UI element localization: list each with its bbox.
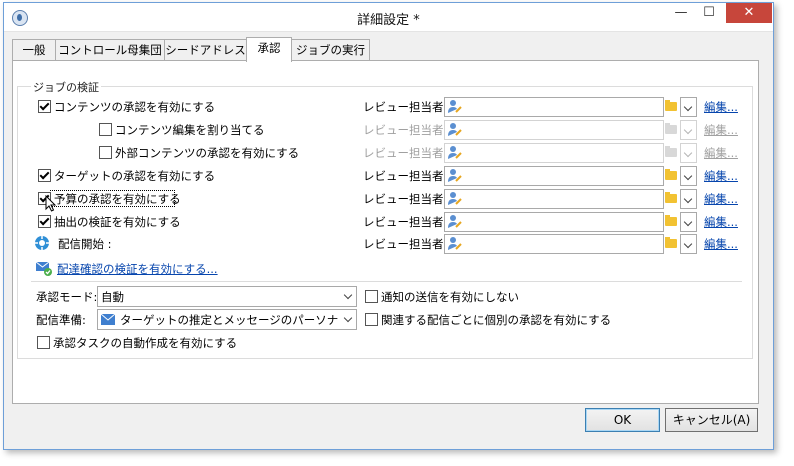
minimize-button[interactable]: — bbox=[667, 3, 695, 23]
mouse-cursor-icon bbox=[45, 195, 57, 212]
content-edit-label: コンテンツ編集を割り当てる bbox=[115, 123, 265, 137]
tab-general[interactable]: 一般 bbox=[12, 39, 56, 61]
folder-icon[interactable] bbox=[663, 97, 679, 115]
envelope-icon bbox=[101, 314, 115, 325]
validation-row-delivery-start: 配信開始 : レビュー担当者: 編集... bbox=[0, 234, 794, 254]
reviewer-field[interactable] bbox=[444, 166, 664, 186]
reviewer-label: レビュー担当者: bbox=[363, 146, 448, 160]
user-icon bbox=[448, 123, 462, 136]
group-title: ジョブの検証 bbox=[31, 79, 101, 95]
ok-button[interactable]: OK bbox=[585, 408, 660, 432]
content-approval-label: コンテンツの承認を有効にする bbox=[54, 100, 216, 114]
reviewer-label: レビュー担当者: bbox=[363, 237, 448, 251]
budget-approval-label: 予算の承認を有効にする bbox=[54, 192, 181, 206]
reviewer-field[interactable] bbox=[444, 234, 664, 254]
validation-row-budget: 予算の承認を有効にする レビュー担当者: 編集... bbox=[0, 189, 794, 209]
tab-seed-addresses[interactable]: シードアドレス bbox=[164, 39, 247, 61]
disable-notification-checkbox[interactable] bbox=[365, 290, 378, 303]
edit-link[interactable]: 編集... bbox=[704, 99, 738, 115]
proof-validation-link[interactable]: 配達確認の検証を有効にする... bbox=[57, 261, 218, 277]
auto-task-label: 承認タスクの自動作成を有効にする bbox=[53, 336, 238, 350]
folder-icon bbox=[663, 120, 679, 138]
user-icon bbox=[448, 169, 462, 182]
maximize-button[interactable]: ☐ bbox=[695, 3, 723, 23]
folder-icon[interactable] bbox=[663, 166, 679, 184]
chevron-down-icon[interactable] bbox=[680, 189, 697, 209]
tab-control-population[interactable]: コントロール母集団 bbox=[55, 39, 165, 61]
chevron-down-icon[interactable] bbox=[680, 234, 697, 254]
content-edit-checkbox[interactable] bbox=[99, 123, 112, 136]
reviewer-label: レビュー担当者: bbox=[363, 123, 448, 137]
validation-row-content-edit: コンテンツ編集を割り当てる レビュー担当者: 編集... bbox=[0, 120, 794, 140]
delivery-start-label: 配信開始 : bbox=[58, 237, 112, 251]
validation-row-extraction: 抽出の検証を有効にする レビュー担当者: 編集... bbox=[0, 212, 794, 232]
reviewer-label: レビュー担当者: bbox=[363, 100, 448, 114]
edit-link[interactable]: 編集... bbox=[704, 214, 738, 230]
chevron-down-icon bbox=[342, 287, 356, 306]
disable-notification-label: 通知の送信を有効にしない bbox=[381, 290, 519, 304]
chevron-down-icon[interactable] bbox=[680, 166, 697, 186]
delivery-prep-select[interactable]: ターゲットの推定とメッセージのパーソナライゼーション bbox=[97, 309, 357, 330]
user-icon bbox=[448, 215, 462, 228]
reviewer-label: レビュー担当者: bbox=[363, 169, 448, 183]
extraction-checkbox[interactable] bbox=[38, 215, 51, 228]
user-icon bbox=[448, 237, 462, 250]
proof-validation-row: 配達確認の検証を有効にする... bbox=[0, 259, 794, 279]
external-content-checkbox[interactable] bbox=[99, 146, 112, 159]
chevron-down-icon bbox=[680, 143, 697, 163]
mail-check-icon bbox=[35, 261, 52, 276]
external-content-label: 外部コンテンツの承認を有効にする bbox=[115, 146, 300, 160]
window-title: 詳細設定 * bbox=[357, 13, 420, 28]
edit-link[interactable]: 編集... bbox=[704, 168, 738, 184]
reviewer-field[interactable] bbox=[444, 212, 664, 232]
reviewer-field bbox=[444, 143, 664, 163]
edit-link[interactable]: 編集... bbox=[704, 236, 738, 252]
approval-mode-select[interactable]: 自動 bbox=[97, 286, 357, 307]
reviewer-field bbox=[444, 120, 664, 140]
auto-task-checkbox[interactable] bbox=[37, 336, 50, 349]
reviewer-label: レビュー担当者: bbox=[363, 215, 448, 229]
close-button[interactable]: ✕ bbox=[726, 3, 772, 23]
cancel-button[interactable]: キャンセル(A) bbox=[665, 408, 758, 432]
validation-row-target: ターゲットの承認を有効にする レビュー担当者: 編集... bbox=[0, 166, 794, 186]
validation-row-content: コンテンツの承認を有効にする レビュー担当者: 編集... bbox=[0, 97, 794, 117]
reviewer-field[interactable] bbox=[444, 97, 664, 117]
target-approval-label: ターゲットの承認を有効にする bbox=[54, 169, 216, 183]
user-icon bbox=[448, 100, 462, 113]
separator bbox=[31, 281, 742, 282]
folder-icon bbox=[663, 143, 679, 161]
delivery-prep-value: ターゲットの推定とメッセージのパーソナライゼーション bbox=[120, 313, 338, 327]
chevron-down-icon bbox=[342, 310, 356, 329]
edit-link: 編集... bbox=[704, 123, 738, 137]
delivery-prep-label: 配信準備: bbox=[36, 313, 86, 327]
chevron-down-icon bbox=[680, 120, 697, 140]
approval-mode-value: 自動 bbox=[101, 290, 124, 304]
target-approval-checkbox[interactable] bbox=[38, 169, 51, 182]
approval-mode-label: 承認モード: bbox=[36, 290, 98, 304]
edit-link: 編集... bbox=[704, 146, 738, 160]
extraction-label: 抽出の検証を有効にする bbox=[54, 215, 181, 229]
individual-approval-checkbox[interactable] bbox=[365, 313, 378, 326]
individual-approval-label: 関連する配信ごとに個別の承認を有効にする bbox=[381, 313, 612, 327]
tab-job-execution[interactable]: ジョブの実行 bbox=[291, 39, 370, 61]
tab-approval[interactable]: 承認 bbox=[246, 37, 292, 62]
folder-icon[interactable] bbox=[663, 212, 679, 230]
chevron-down-icon[interactable] bbox=[680, 97, 697, 117]
content-approval-checkbox[interactable] bbox=[38, 100, 51, 113]
edit-link[interactable]: 編集... bbox=[704, 191, 738, 207]
user-icon bbox=[448, 192, 462, 205]
title-bar[interactable]: 詳細設定 * — ☐ ✕ bbox=[4, 3, 773, 32]
user-icon bbox=[448, 146, 462, 159]
chevron-down-icon[interactable] bbox=[680, 212, 697, 232]
validation-row-external-content: 外部コンテンツの承認を有効にする レビュー担当者: 編集... bbox=[0, 143, 794, 163]
folder-icon[interactable] bbox=[663, 234, 679, 252]
folder-icon[interactable] bbox=[663, 189, 679, 207]
reviewer-field[interactable] bbox=[444, 189, 664, 209]
delivery-start-icon bbox=[35, 236, 49, 250]
reviewer-label: レビュー担当者: bbox=[363, 192, 448, 206]
